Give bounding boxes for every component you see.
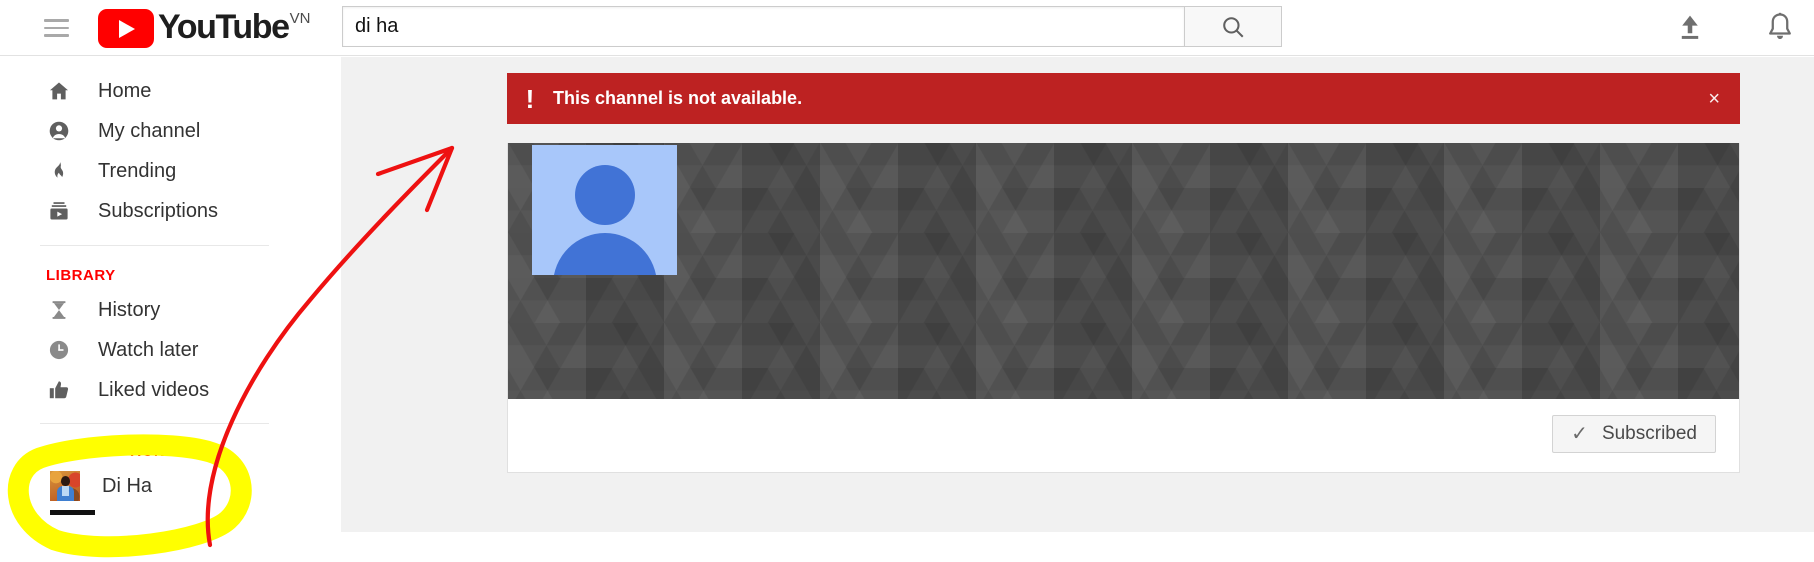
youtube-logo-country: VN xyxy=(289,10,311,27)
notification-bell-icon xyxy=(1769,12,1791,40)
hamburger-line xyxy=(44,34,69,37)
channel-avatar xyxy=(532,145,677,275)
sidebar-item-label: Trending xyxy=(98,159,177,182)
sidebar-item-subscriptions[interactable]: Subscriptions xyxy=(0,191,341,231)
top-header-bar: YouTube VN xyxy=(0,0,1814,56)
youtube-play-icon xyxy=(98,9,154,48)
sidebar-item-label: Subscriptions xyxy=(98,199,219,222)
account-circle-icon xyxy=(46,118,72,144)
channel-panel: ✓ Subscribed xyxy=(507,143,1740,473)
alert-message: This channel is not available. xyxy=(553,88,803,108)
youtube-logo[interactable]: YouTube VN xyxy=(98,6,310,48)
thumbs-up-icon xyxy=(46,377,72,403)
channel-banner xyxy=(508,143,1739,399)
sidebar-item-home[interactable]: Home xyxy=(0,71,341,111)
channel-avatar-thumbnail xyxy=(50,471,80,501)
default-person-avatar-icon xyxy=(574,165,635,225)
banner-pattern-overlay-icon xyxy=(508,143,1739,399)
error-alert-banner: ! This channel is not available. × xyxy=(507,73,1740,124)
channel-active-underline xyxy=(50,510,95,515)
search-button[interactable] xyxy=(1185,6,1282,47)
check-icon: ✓ xyxy=(1571,423,1588,445)
sidebar-item-history[interactable]: History xyxy=(0,290,341,330)
sidebar-item-label: Liked videos xyxy=(98,378,210,401)
sidebar-item-label: My channel xyxy=(98,119,201,142)
search-input[interactable] xyxy=(342,6,1185,47)
sidebar-item-trending[interactable]: Trending xyxy=(0,151,341,191)
clock-icon xyxy=(46,337,72,363)
history-hourglass-icon xyxy=(46,297,72,323)
exclamation-icon: ! xyxy=(525,83,535,114)
sidebar-subscriptions-heading: SUBSCRIPTIONS xyxy=(46,442,176,460)
upload-icon xyxy=(1681,15,1699,39)
subscribed-button[interactable]: ✓ Subscribed xyxy=(1552,415,1716,453)
sidebar-item-watch-later[interactable]: Watch later xyxy=(0,330,341,370)
sidebar-item-label: History xyxy=(98,298,161,321)
hamburger-line xyxy=(44,19,69,22)
channel-footer: ✓ Subscribed xyxy=(508,399,1739,472)
youtube-page: YouTube VN di ha Home My channel Trendin… xyxy=(0,0,1814,562)
sidebar-library-heading: LIBRARY xyxy=(46,266,116,284)
sidebar-item-channel-di-ha[interactable]: Di Ha xyxy=(0,466,341,515)
sidebar-item-label: Di Ha xyxy=(102,474,153,497)
hamburger-menu-icon[interactable] xyxy=(44,14,72,42)
home-icon xyxy=(46,78,72,104)
upload-button[interactable] xyxy=(1673,10,1707,44)
trending-flame-icon xyxy=(46,158,72,184)
subscribed-button-label: Subscribed xyxy=(1601,423,1697,444)
subscriptions-icon xyxy=(46,198,72,224)
sidebar-item-label: Watch later xyxy=(98,338,199,361)
sidebar-item-liked-videos[interactable]: Liked videos xyxy=(0,370,341,410)
left-sidebar: Home My channel Trending Subscriptions L… xyxy=(0,57,341,562)
sidebar-item-my-channel[interactable]: My channel xyxy=(0,111,341,151)
sidebar-item-label: Home xyxy=(98,79,152,102)
default-person-avatar-body xyxy=(552,233,657,275)
youtube-logo-text: YouTube xyxy=(158,8,290,46)
search-icon xyxy=(1223,16,1244,37)
notifications-button[interactable] xyxy=(1763,10,1797,44)
hamburger-line xyxy=(44,26,69,30)
alert-close-button[interactable]: × xyxy=(1708,89,1720,109)
